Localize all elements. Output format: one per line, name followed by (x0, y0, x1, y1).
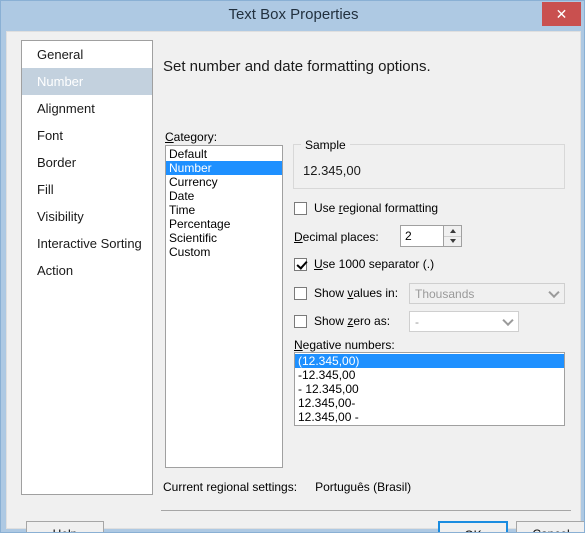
dialog-body: General Number Alignment Font Border Fil… (6, 31, 584, 532)
list-item[interactable]: Time (166, 203, 282, 217)
title-bar: Text Box Properties ✕ (1, 1, 584, 31)
list-item[interactable]: 12.345,00 - (295, 410, 564, 424)
show-values-in-label: Show values in: (314, 286, 399, 300)
page-title: Set number and date formatting options. (163, 58, 431, 75)
number-settings-pane: Set number and date formatting options. … (161, 40, 571, 495)
list-item[interactable]: (12.345,00) (295, 354, 564, 368)
show-values-in-value: Thousands (415, 286, 475, 301)
show-zero-as-dropdown[interactable]: - (409, 311, 519, 332)
use-regional-formatting-label: Use regional formatting (314, 201, 439, 215)
sidebar-item-number[interactable]: Number (22, 68, 152, 95)
use-1000-separator-checkbox-row[interactable]: Use 1000 separator (.) (294, 256, 434, 272)
list-item[interactable]: - 12.345,00 (295, 382, 564, 396)
show-zero-as-label: Show zero as: (314, 314, 391, 328)
list-item[interactable]: Percentage (166, 217, 282, 231)
ok-button[interactable]: OK (438, 521, 508, 532)
show-zero-as-checkbox[interactable] (294, 314, 307, 328)
sidebar-item-border[interactable]: Border (22, 149, 152, 176)
category-sidebar[interactable]: General Number Alignment Font Border Fil… (21, 40, 153, 495)
show-values-in-checkbox-row[interactable]: Show values in: (294, 285, 398, 301)
decimal-places-label: Decimal places: (294, 230, 379, 244)
stepper-buttons[interactable] (443, 226, 461, 246)
show-values-in-checkbox[interactable] (294, 286, 307, 300)
show-zero-as-checkbox-row[interactable]: Show zero as: (294, 313, 390, 329)
list-item[interactable]: Scientific (166, 231, 282, 245)
list-item[interactable]: 12.345,00- (295, 396, 564, 410)
list-item[interactable]: Default (166, 147, 282, 161)
category-listbox[interactable]: Default Number Currency Date Time Percen… (165, 145, 283, 468)
decimal-places-input[interactable]: 2 (401, 226, 443, 246)
use-1000-separator-checkbox[interactable] (294, 257, 307, 271)
use-1000-separator-label: Use 1000 separator (.) (314, 257, 435, 271)
list-item[interactable]: Custom (166, 245, 282, 259)
regional-settings-value: Português (Brasil) (315, 480, 412, 494)
sidebar-item-fill[interactable]: Fill (22, 176, 152, 203)
category-accelerator: C (165, 130, 174, 144)
negative-numbers-label: Negative numbers: (294, 338, 395, 352)
use-regional-formatting-checkbox[interactable] (294, 201, 307, 215)
sidebar-item-interactive-sorting[interactable]: Interactive Sorting (22, 230, 152, 257)
show-zero-as-value: - (415, 314, 419, 329)
list-item[interactable]: Number (166, 161, 282, 175)
sample-value: 12.345,00 (303, 163, 361, 178)
list-item[interactable]: -12.345,00 (295, 368, 564, 382)
sidebar-item-alignment[interactable]: Alignment (22, 95, 152, 122)
stepper-up-icon[interactable] (444, 226, 461, 237)
list-item[interactable]: Currency (166, 175, 282, 189)
negative-numbers-listbox[interactable]: (12.345,00) -12.345,00 - 12.345,00 12.34… (294, 352, 565, 426)
text-box-properties-dialog: Text Box Properties ✕ General Number Ali… (0, 0, 585, 533)
use-regional-formatting-checkbox-row[interactable]: Use regional formatting (294, 200, 438, 216)
category-label-text: ategory: (173, 130, 218, 144)
stepper-down-icon[interactable] (444, 236, 461, 246)
regional-settings-label: Current regional settings: (163, 480, 298, 494)
close-icon[interactable]: ✕ (542, 2, 581, 26)
decimal-places-stepper[interactable]: 2 (400, 225, 462, 247)
sidebar-item-font[interactable]: Font (22, 122, 152, 149)
show-values-in-dropdown[interactable]: Thousands (409, 283, 565, 304)
list-item[interactable]: Date (166, 189, 282, 203)
window-title: Text Box Properties (228, 6, 359, 23)
sidebar-item-visibility[interactable]: Visibility (22, 203, 152, 230)
cancel-button[interactable]: Cancel (516, 521, 584, 532)
category-label: Category: (165, 130, 217, 144)
sidebar-item-action[interactable]: Action (22, 257, 152, 284)
regional-settings-row: Current regional settings: Português (Bra… (163, 480, 411, 494)
sidebar-item-general[interactable]: General (22, 41, 152, 68)
sample-groupbox-label: Sample (301, 138, 350, 152)
footer-divider (161, 510, 571, 511)
help-button[interactable]: Help (26, 521, 104, 532)
